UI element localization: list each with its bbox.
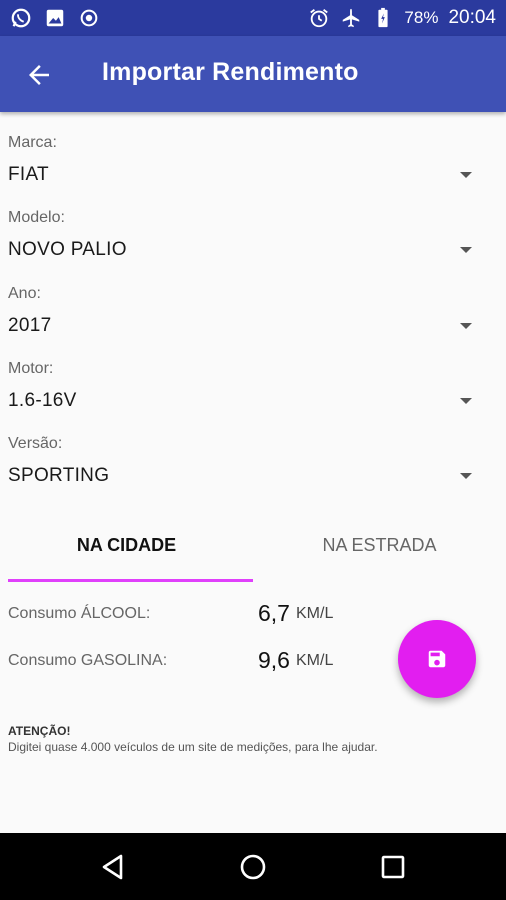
record-icon	[80, 9, 98, 27]
tab-na-cidade[interactable]: NA CIDADE	[0, 512, 253, 582]
recents-square-icon[interactable]	[378, 852, 408, 882]
marca-label: Marca:	[8, 134, 57, 151]
battery-percent: 78%	[404, 8, 439, 27]
chevron-down-icon[interactable]	[460, 398, 472, 404]
consumo-alcool-label: Consumo ÁLCOOL:	[8, 605, 151, 622]
status-icons-right: 78% 20:04	[308, 7, 496, 29]
versao-value[interactable]: SPORTING	[8, 465, 109, 487]
consumo-alcool-unit: KM/L	[296, 605, 334, 622]
alarm-icon	[310, 9, 329, 28]
tab-na-estrada[interactable]: NA ESTRADA	[253, 512, 506, 582]
chevron-down-icon[interactable]	[460, 323, 472, 329]
modelo-value[interactable]: NOVO PALIO	[8, 239, 127, 261]
page-title: Importar Rendimento	[102, 58, 359, 86]
motor-value[interactable]: 1.6-16V	[8, 390, 77, 412]
modelo-label: Modelo:	[8, 209, 65, 226]
consumo-gasolina-value: 9,6	[258, 647, 290, 673]
image-icon	[46, 9, 64, 27]
save-icon	[428, 650, 446, 668]
status-bar: 78% 20:04	[0, 0, 506, 36]
chevron-down-icon[interactable]	[460, 473, 472, 479]
tab-indicator	[8, 579, 253, 582]
home-circle-icon[interactable]	[238, 852, 268, 882]
chevron-down-icon[interactable]	[460, 247, 472, 253]
consumo-alcool-value: 6,7	[258, 600, 290, 626]
warning-title: ATENÇÃO!	[8, 724, 71, 738]
marca-value[interactable]: FIAT	[8, 164, 49, 186]
ano-value[interactable]: 2017	[8, 315, 51, 337]
consumo-gasolina-label: Consumo GASOLINA:	[8, 652, 168, 669]
clock: 20:04	[448, 7, 496, 28]
motor-label: Motor:	[8, 360, 54, 377]
ano-label: Ano:	[8, 285, 41, 302]
back-arrow-icon[interactable]	[24, 60, 54, 90]
app-bar: Importar Rendimento	[0, 36, 506, 112]
save-fab-button[interactable]	[398, 620, 476, 698]
versao-label: Versão:	[8, 435, 63, 452]
tab-bar: NA CIDADE NA ESTRADA	[0, 512, 506, 584]
whatsapp-icon	[11, 8, 31, 28]
back-triangle-icon[interactable]	[99, 852, 129, 882]
battery-icon	[378, 7, 389, 28]
status-icons-left	[10, 7, 100, 29]
warning-text: Digitei quase 4.000 veículos de um site …	[8, 740, 378, 754]
chevron-down-icon[interactable]	[460, 172, 472, 178]
consumo-gasolina-unit: KM/L	[296, 652, 334, 669]
airplane-icon	[343, 8, 360, 28]
system-nav-bar	[0, 833, 506, 900]
